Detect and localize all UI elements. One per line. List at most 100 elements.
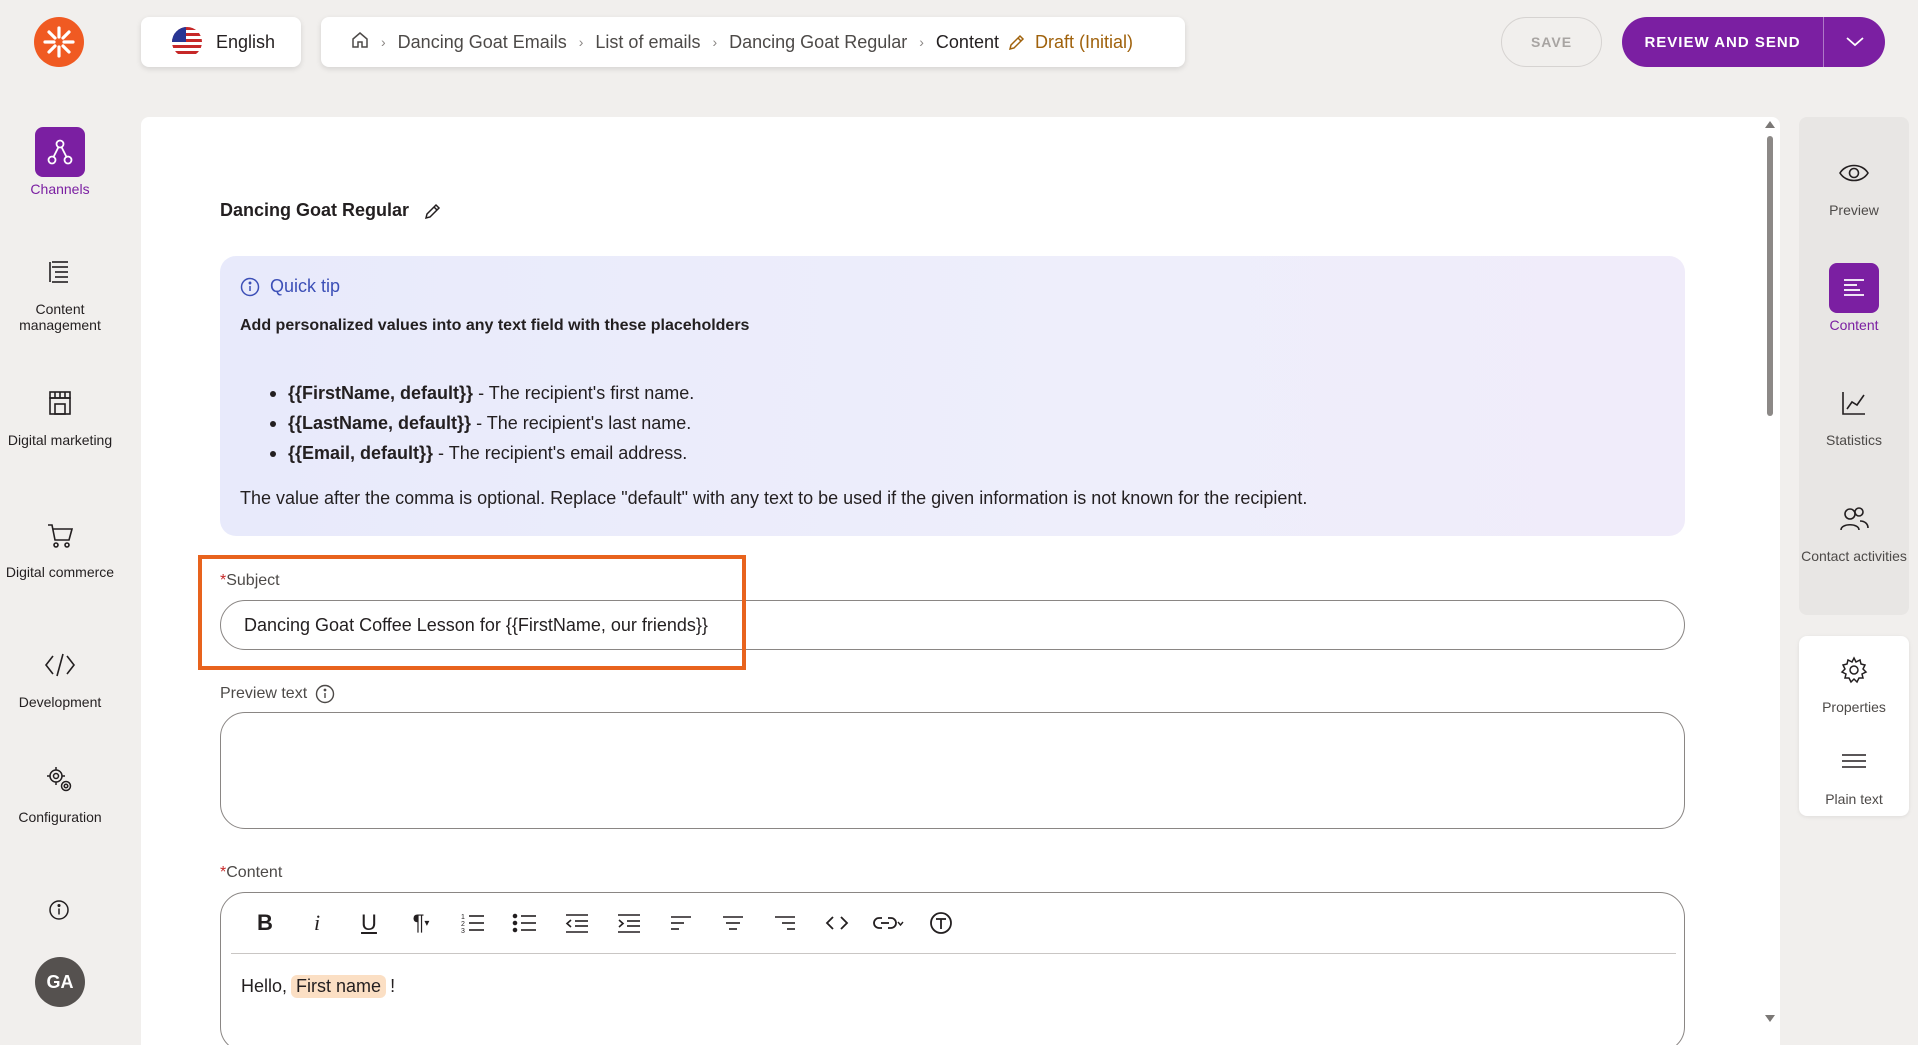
quick-tip-heading: Quick tip [240,276,340,297]
align-left-icon[interactable] [655,905,707,941]
gear-icon [1829,645,1879,695]
preview-text-input[interactable] [220,712,1685,829]
placeholder-list: {{FirstName, default}} - The recipient's… [266,378,694,468]
email-title: Dancing Goat Regular [220,200,443,221]
indent-icon[interactable] [603,905,655,941]
info-icon [240,277,260,296]
exclamation-text: ! [390,976,396,996]
contacts-icon [1829,494,1879,544]
chevron-down-icon[interactable] [1824,37,1885,47]
list-item: {{Email, default}} - The recipient's ema… [266,438,694,468]
nav-item-configuration[interactable]: Configuration [0,755,120,825]
svg-text:3: 3 [461,928,465,934]
chevron-right-icon: › [381,34,386,50]
home-icon[interactable] [351,31,369,54]
breadcrumb-current: Content [935,31,999,52]
editor-body[interactable]: Hello, First name ! [241,975,395,998]
quick-tip-note: The value after the comma is optional. R… [240,488,1308,508]
edit-pencil-icon[interactable] [423,201,443,221]
lines-icon [1829,737,1879,787]
nav-label: Channels [30,181,90,197]
tab-statistics[interactable]: Statistics [1799,378,1909,448]
align-right-icon[interactable] [759,905,811,941]
status-label: Draft (Initial) [1034,31,1133,52]
nav-label: Configuration [18,809,102,825]
code-icon [35,640,85,690]
align-center-icon[interactable] [707,905,759,941]
tab-label: Statistics [1825,432,1882,448]
quick-tip-box: Quick tip Add personalized values into a… [220,256,1685,536]
highlight-annotation [198,555,746,670]
breadcrumb-item[interactable]: List of emails [595,32,700,53]
code-view-icon[interactable] [811,905,863,941]
content-management-icon [35,247,85,297]
language-label: English [216,31,276,52]
review-and-send-button[interactable]: REVIEW AND SEND [1622,17,1885,67]
tab-properties[interactable]: Properties [1799,645,1909,715]
status-badge: Draft (Initial) [1007,32,1133,53]
editor-toolbar: B i U ¶ ▾ 123 [239,905,967,941]
italic-icon[interactable]: i [291,905,343,941]
nav-label: Digital commerce [5,564,115,580]
eye-icon [1829,148,1879,198]
svg-text:2: 2 [461,921,465,928]
nav-label: Development [18,694,102,710]
outdent-icon[interactable] [551,905,603,941]
list-item: {{FirstName, default}} - The recipient's… [266,378,694,408]
bullet-list-icon[interactable] [499,905,551,941]
nav-item-content-management[interactable]: Content management [0,247,120,333]
scroll-down-arrow[interactable] [1765,1015,1775,1022]
chevron-right-icon: › [578,34,584,50]
tab-contact-activities[interactable]: Contact activities [1799,494,1909,564]
insert-placeholder-icon[interactable] [915,905,967,941]
content-editor[interactable]: B i U ¶ ▾ 123 Hello, First name ! [220,892,1685,1045]
preview-text-label: Preview text [220,684,335,704]
left-navigation: Channels Content management Digital mark… [0,0,120,1045]
email-title-text: Dancing Goat Regular [220,200,410,220]
list-item: {{LastName, default}} - The recipient's … [266,408,694,438]
bold-icon[interactable]: B [239,905,291,941]
tab-label: Content [1829,317,1879,333]
breadcrumb-item[interactable]: Dancing Goat Emails [398,32,567,53]
tab-content[interactable]: Content [1799,263,1909,333]
toolbar-divider [231,953,1676,954]
paragraph-format-icon[interactable]: ¶ ▾ [395,905,447,941]
info-icon[interactable] [48,899,70,921]
scroll-up-arrow[interactable] [1765,121,1775,128]
nav-item-digital-commerce[interactable]: Digital commerce [0,510,120,580]
tab-plain-text[interactable]: Plain text [1799,737,1909,807]
scrollbar-thumb[interactable] [1767,136,1773,416]
cart-icon [35,510,85,560]
first-name-placeholder-chip[interactable]: First name [291,975,387,998]
nav-item-development[interactable]: Development [0,640,120,710]
channels-icon [35,127,85,177]
chevron-right-icon: › [712,34,718,50]
tab-label: Properties [1822,699,1886,715]
chart-icon [1829,378,1879,428]
nav-item-channels[interactable]: Channels [0,127,120,197]
info-icon[interactable] [315,684,335,704]
review-and-send-label[interactable]: REVIEW AND SEND [1622,34,1823,51]
tab-preview[interactable]: Preview [1799,148,1909,218]
quick-tip-title: Quick tip [270,276,341,296]
nav-label: Content management [19,301,101,333]
us-flag-icon [172,27,202,57]
quick-tip-intro: Add personalized values into any text fi… [240,317,750,334]
tab-label: Preview [1829,202,1879,218]
greeting-text: Hello, [241,976,288,996]
link-icon[interactable] [863,905,915,941]
chevron-right-icon: › [919,34,924,50]
underline-icon[interactable]: U [343,905,395,941]
avatar[interactable]: GA [35,957,85,1007]
breadcrumb-item[interactable]: Dancing Goat Regular [729,32,907,53]
svg-text:1: 1 [461,914,465,921]
pencil-icon [1008,34,1025,51]
tab-label: Contact activities [1801,548,1907,564]
nav-label: Digital marketing [7,432,113,448]
nav-item-digital-marketing[interactable]: Digital marketing [0,378,120,448]
breadcrumb: › Dancing Goat Emails › List of emails ›… [321,17,1185,67]
save-button[interactable]: SAVE [1501,17,1602,67]
language-selector[interactable]: English [141,17,301,67]
kentico-logo-icon[interactable] [34,17,84,67]
ordered-list-icon[interactable]: 123 [447,905,499,941]
